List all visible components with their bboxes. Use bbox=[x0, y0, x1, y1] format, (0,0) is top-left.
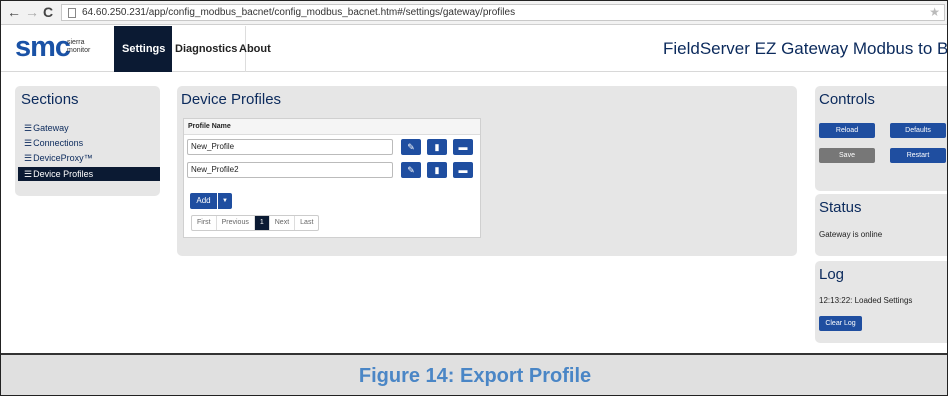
status-title: Status bbox=[819, 199, 862, 216]
profile-name-field[interactable]: New_Profile bbox=[187, 139, 393, 155]
edit-button[interactable]: ✎ bbox=[401, 162, 421, 178]
pager-page-1[interactable]: 1 bbox=[254, 216, 270, 230]
bookmark-star-icon[interactable]: ★ bbox=[929, 5, 940, 19]
sidebar-item-label: Gateway bbox=[33, 123, 69, 133]
log-entry: 12:13:22: Loaded Settings bbox=[819, 296, 913, 305]
controls-panel: Controls Reload Defaults Save Restart bbox=[815, 86, 947, 191]
pager-last[interactable]: Last bbox=[295, 216, 318, 230]
pencil-icon: ✎ bbox=[407, 142, 415, 152]
smc-logo[interactable]: smc sierra monitor bbox=[15, 30, 105, 68]
export-button[interactable]: ▬ bbox=[453, 139, 473, 155]
logo-subtitle: sierra monitor bbox=[67, 39, 90, 55]
log-title: Log bbox=[819, 266, 845, 283]
edit-button[interactable]: ✎ bbox=[401, 139, 421, 155]
list-icon: ☰ bbox=[24, 123, 33, 133]
delete-button[interactable]: ▮ bbox=[427, 139, 447, 155]
sections-title: Sections bbox=[21, 91, 79, 108]
export-icon: ▬ bbox=[458, 142, 468, 152]
pager-first[interactable]: First bbox=[192, 216, 217, 230]
profiles-table: Profile Name New_Profile ✎ ▮ ▬ New_Profi… bbox=[183, 118, 481, 238]
sections-panel: Sections ☰Gateway ☰Connections ☰DevicePr… bbox=[15, 86, 160, 196]
trash-icon: ▮ bbox=[434, 142, 440, 152]
restart-button[interactable]: Restart bbox=[890, 148, 946, 163]
defaults-button[interactable]: Defaults bbox=[890, 123, 946, 138]
caret-down-icon[interactable]: ▼ bbox=[218, 193, 232, 209]
logo-wordmark: smc bbox=[15, 31, 71, 63]
table-row: New_Profile2 ✎ ▮ ▬ bbox=[187, 162, 477, 180]
add-button[interactable]: Add bbox=[190, 193, 217, 209]
column-header-profile-name: Profile Name bbox=[184, 119, 480, 135]
screenshot-frame: ← → C 64.60.250.231/app/config_modbus_ba… bbox=[0, 0, 948, 396]
reload-button[interactable]: Reload bbox=[819, 123, 875, 138]
export-button[interactable]: ▬ bbox=[453, 162, 473, 178]
sidebar-item-device-profiles[interactable]: ☰Device Profiles bbox=[18, 167, 160, 181]
pencil-icon: ✎ bbox=[407, 165, 415, 175]
pagination: First Previous 1 Next Last bbox=[191, 215, 320, 231]
app-title: FieldServer EZ Gateway Modbus to BACnet bbox=[663, 39, 948, 58]
profile-name-field[interactable]: New_Profile2 bbox=[187, 162, 393, 178]
figure-caption: Figure 14: Export Profile bbox=[358, 365, 592, 387]
forward-arrow-icon[interactable]: → bbox=[25, 4, 39, 20]
log-panel: Log 12:13:22: Loaded Settings Clear Log bbox=[815, 261, 947, 343]
page-title: Device Profiles bbox=[181, 91, 282, 108]
save-button[interactable]: Save bbox=[819, 148, 875, 163]
device-profiles-panel: Device Profiles Profile Name New_Profile… bbox=[177, 86, 797, 256]
trash-icon: ▮ bbox=[434, 165, 440, 175]
logo-sub-line1: sierra bbox=[67, 39, 85, 46]
back-arrow-icon[interactable]: ← bbox=[7, 4, 21, 20]
tab-about[interactable]: About bbox=[231, 26, 279, 72]
status-panel: Status Gateway is online bbox=[815, 194, 947, 256]
sidebar-item-deviceproxy[interactable]: ☰DeviceProxy™ bbox=[21, 151, 160, 165]
app-header: smc sierra monitor Settings Diagnostics … bbox=[1, 26, 948, 72]
address-bar[interactable]: 64.60.250.231/app/config_modbus_bacnet/c… bbox=[61, 4, 945, 21]
browser-toolbar: ← → C 64.60.250.231/app/config_modbus_ba… bbox=[1, 1, 947, 25]
list-icon: ☰ bbox=[24, 153, 33, 163]
logo-sub-line2: monitor bbox=[67, 47, 91, 54]
sidebar-item-gateway[interactable]: ☰Gateway bbox=[21, 121, 160, 135]
tab-settings[interactable]: Settings bbox=[114, 26, 172, 72]
sidebar-item-label: Connections bbox=[33, 138, 84, 148]
clear-log-button[interactable]: Clear Log bbox=[819, 316, 862, 331]
pager-previous[interactable]: Previous bbox=[217, 216, 255, 230]
list-icon: ☰ bbox=[24, 138, 33, 148]
status-text: Gateway is online bbox=[819, 230, 883, 239]
delete-button[interactable]: ▮ bbox=[427, 162, 447, 178]
table-row: New_Profile ✎ ▮ ▬ bbox=[187, 139, 477, 157]
page-icon bbox=[68, 8, 76, 18]
sidebar-item-label: Device Profiles bbox=[33, 169, 94, 179]
figure-caption-band: Figure 14: Export Profile bbox=[1, 353, 947, 395]
url-text: 64.60.250.231/app/config_modbus_bacnet/c… bbox=[82, 7, 516, 18]
list-icon: ☰ bbox=[24, 169, 33, 179]
pager-next[interactable]: Next bbox=[270, 216, 296, 230]
controls-title: Controls bbox=[819, 91, 875, 108]
reload-icon[interactable]: C bbox=[43, 4, 53, 20]
export-icon: ▬ bbox=[458, 165, 468, 175]
sidebar-item-connections[interactable]: ☰Connections bbox=[21, 136, 160, 150]
sidebar-item-label: DeviceProxy™ bbox=[33, 153, 93, 163]
